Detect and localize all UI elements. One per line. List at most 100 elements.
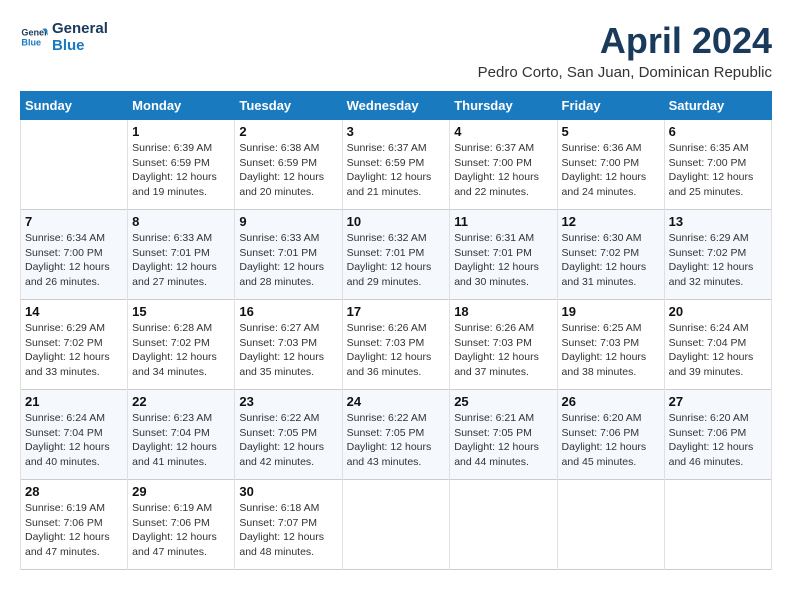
day-number: 15 bbox=[132, 304, 230, 319]
day-cell: 15 Sunrise: 6:28 AM Sunset: 7:02 PM Dayli… bbox=[128, 300, 235, 390]
day-number: 23 bbox=[239, 394, 337, 409]
day-cell: 2 Sunrise: 6:38 AM Sunset: 6:59 PM Daylig… bbox=[235, 120, 342, 210]
day-number: 21 bbox=[25, 394, 123, 409]
week-row-4: 21 Sunrise: 6:24 AM Sunset: 7:04 PM Dayli… bbox=[21, 390, 772, 480]
day-cell: 17 Sunrise: 6:26 AM Sunset: 7:03 PM Dayli… bbox=[342, 300, 450, 390]
day-cell: 1Sunrise: 6:39 AM Sunset: 6:59 PM Daylig… bbox=[128, 120, 235, 210]
day-info: Sunrise: 6:36 AM Sunset: 7:00 PM Dayligh… bbox=[562, 141, 660, 200]
header-cell-thursday: Thursday bbox=[450, 92, 557, 120]
day-info: Sunrise: 6:38 AM Sunset: 6:59 PM Dayligh… bbox=[239, 141, 337, 200]
day-number: 26 bbox=[562, 394, 660, 409]
day-info: Sunrise: 6:18 AM Sunset: 7:07 PM Dayligh… bbox=[239, 501, 337, 560]
day-cell: 8Sunrise: 6:33 AM Sunset: 7:01 PM Daylig… bbox=[128, 210, 235, 300]
day-info: Sunrise: 6:37 AM Sunset: 6:59 PM Dayligh… bbox=[347, 141, 446, 200]
day-number: 25 bbox=[454, 394, 552, 409]
logo: General Blue General Blue bbox=[20, 20, 108, 54]
day-cell: 4 Sunrise: 6:37 AM Sunset: 7:00 PM Daylig… bbox=[450, 120, 557, 210]
day-cell: 7 Sunrise: 6:34 AM Sunset: 7:00 PM Daylig… bbox=[21, 210, 128, 300]
day-cell: 27Sunrise: 6:20 AM Sunset: 7:06 PM Dayli… bbox=[664, 390, 771, 480]
day-info: Sunrise: 6:26 AM Sunset: 7:03 PM Dayligh… bbox=[347, 321, 446, 380]
day-number: 10 bbox=[347, 214, 446, 229]
day-info: Sunrise: 6:37 AM Sunset: 7:00 PM Dayligh… bbox=[454, 141, 552, 200]
day-number: 7 bbox=[25, 214, 123, 229]
day-number: 30 bbox=[239, 484, 337, 499]
day-cell: 24 Sunrise: 6:22 AM Sunset: 7:05 PM Dayli… bbox=[342, 390, 450, 480]
title-block: April 2024 Pedro Corto, San Juan, Domini… bbox=[478, 20, 772, 81]
day-cell: 22Sunrise: 6:23 AM Sunset: 7:04 PM Dayli… bbox=[128, 390, 235, 480]
day-cell bbox=[557, 480, 664, 570]
day-cell: 29 Sunrise: 6:19 AM Sunset: 7:06 PM Dayli… bbox=[128, 480, 235, 570]
day-number: 5 bbox=[562, 124, 660, 139]
day-info: Sunrise: 6:27 AM Sunset: 7:03 PM Dayligh… bbox=[239, 321, 337, 380]
day-cell: 10 Sunrise: 6:32 AM Sunset: 7:01 PM Dayli… bbox=[342, 210, 450, 300]
day-number: 19 bbox=[562, 304, 660, 319]
day-cell: 3 Sunrise: 6:37 AM Sunset: 6:59 PM Daylig… bbox=[342, 120, 450, 210]
day-info: Sunrise: 6:29 AM Sunset: 7:02 PM Dayligh… bbox=[25, 321, 123, 380]
day-cell bbox=[342, 480, 450, 570]
logo-line1: General bbox=[52, 20, 108, 37]
week-row-1: 1Sunrise: 6:39 AM Sunset: 6:59 PM Daylig… bbox=[21, 120, 772, 210]
header-cell-saturday: Saturday bbox=[664, 92, 771, 120]
location: Pedro Corto, San Juan, Dominican Republi… bbox=[478, 64, 772, 81]
header-cell-friday: Friday bbox=[557, 92, 664, 120]
day-info: Sunrise: 6:19 AM Sunset: 7:06 PM Dayligh… bbox=[25, 501, 123, 560]
day-number: 8 bbox=[132, 214, 230, 229]
calendar-header: SundayMondayTuesdayWednesdayThursdayFrid… bbox=[21, 92, 772, 120]
day-number: 18 bbox=[454, 304, 552, 319]
day-info: Sunrise: 6:28 AM Sunset: 7:02 PM Dayligh… bbox=[132, 321, 230, 380]
logo-line2: Blue bbox=[52, 37, 108, 54]
day-number: 16 bbox=[239, 304, 337, 319]
day-cell: 14 Sunrise: 6:29 AM Sunset: 7:02 PM Dayli… bbox=[21, 300, 128, 390]
day-cell: 9Sunrise: 6:33 AM Sunset: 7:01 PM Daylig… bbox=[235, 210, 342, 300]
day-info: Sunrise: 6:25 AM Sunset: 7:03 PM Dayligh… bbox=[562, 321, 660, 380]
day-number: 3 bbox=[347, 124, 446, 139]
day-info: Sunrise: 6:39 AM Sunset: 6:59 PM Dayligh… bbox=[132, 141, 230, 200]
day-info: Sunrise: 6:29 AM Sunset: 7:02 PM Dayligh… bbox=[669, 231, 767, 290]
day-number: 28 bbox=[25, 484, 123, 499]
day-info: Sunrise: 6:34 AM Sunset: 7:00 PM Dayligh… bbox=[25, 231, 123, 290]
day-cell: 11 Sunrise: 6:31 AM Sunset: 7:01 PM Dayli… bbox=[450, 210, 557, 300]
day-cell: 26 Sunrise: 6:20 AM Sunset: 7:06 PM Dayli… bbox=[557, 390, 664, 480]
day-cell: 30 Sunrise: 6:18 AM Sunset: 7:07 PM Dayli… bbox=[235, 480, 342, 570]
day-number: 14 bbox=[25, 304, 123, 319]
day-number: 2 bbox=[239, 124, 337, 139]
day-number: 17 bbox=[347, 304, 446, 319]
day-number: 24 bbox=[347, 394, 446, 409]
day-info: Sunrise: 6:31 AM Sunset: 7:01 PM Dayligh… bbox=[454, 231, 552, 290]
week-row-5: 28 Sunrise: 6:19 AM Sunset: 7:06 PM Dayli… bbox=[21, 480, 772, 570]
day-cell: 18Sunrise: 6:26 AM Sunset: 7:03 PM Dayli… bbox=[450, 300, 557, 390]
day-info: Sunrise: 6:19 AM Sunset: 7:06 PM Dayligh… bbox=[132, 501, 230, 560]
day-info: Sunrise: 6:32 AM Sunset: 7:01 PM Dayligh… bbox=[347, 231, 446, 290]
day-info: Sunrise: 6:20 AM Sunset: 7:06 PM Dayligh… bbox=[669, 411, 767, 470]
day-info: Sunrise: 6:23 AM Sunset: 7:04 PM Dayligh… bbox=[132, 411, 230, 470]
day-info: Sunrise: 6:24 AM Sunset: 7:04 PM Dayligh… bbox=[25, 411, 123, 470]
week-row-3: 14 Sunrise: 6:29 AM Sunset: 7:02 PM Dayli… bbox=[21, 300, 772, 390]
page-header: General Blue General Blue April 2024 Ped… bbox=[20, 20, 772, 81]
day-cell: 20Sunrise: 6:24 AM Sunset: 7:04 PM Dayli… bbox=[664, 300, 771, 390]
day-number: 20 bbox=[669, 304, 767, 319]
day-number: 13 bbox=[669, 214, 767, 229]
month-title: April 2024 bbox=[478, 20, 772, 62]
day-info: Sunrise: 6:35 AM Sunset: 7:00 PM Dayligh… bbox=[669, 141, 767, 200]
day-number: 11 bbox=[454, 214, 552, 229]
header-row: SundayMondayTuesdayWednesdayThursdayFrid… bbox=[21, 92, 772, 120]
day-info: Sunrise: 6:30 AM Sunset: 7:02 PM Dayligh… bbox=[562, 231, 660, 290]
day-cell bbox=[450, 480, 557, 570]
day-cell: 19 Sunrise: 6:25 AM Sunset: 7:03 PM Dayli… bbox=[557, 300, 664, 390]
day-info: Sunrise: 6:21 AM Sunset: 7:05 PM Dayligh… bbox=[454, 411, 552, 470]
day-number: 29 bbox=[132, 484, 230, 499]
header-cell-tuesday: Tuesday bbox=[235, 92, 342, 120]
day-cell: 23Sunrise: 6:22 AM Sunset: 7:05 PM Dayli… bbox=[235, 390, 342, 480]
day-cell: 6Sunrise: 6:35 AM Sunset: 7:00 PM Daylig… bbox=[664, 120, 771, 210]
day-cell bbox=[21, 120, 128, 210]
day-cell: 5 Sunrise: 6:36 AM Sunset: 7:00 PM Daylig… bbox=[557, 120, 664, 210]
day-number: 4 bbox=[454, 124, 552, 139]
day-info: Sunrise: 6:22 AM Sunset: 7:05 PM Dayligh… bbox=[347, 411, 446, 470]
header-cell-monday: Monday bbox=[128, 92, 235, 120]
day-cell: 25 Sunrise: 6:21 AM Sunset: 7:05 PM Dayli… bbox=[450, 390, 557, 480]
day-info: Sunrise: 6:20 AM Sunset: 7:06 PM Dayligh… bbox=[562, 411, 660, 470]
logo-icon: General Blue bbox=[20, 23, 48, 51]
day-cell: 13 Sunrise: 6:29 AM Sunset: 7:02 PM Dayli… bbox=[664, 210, 771, 300]
header-cell-wednesday: Wednesday bbox=[342, 92, 450, 120]
calendar-table: SundayMondayTuesdayWednesdayThursdayFrid… bbox=[20, 91, 772, 570]
